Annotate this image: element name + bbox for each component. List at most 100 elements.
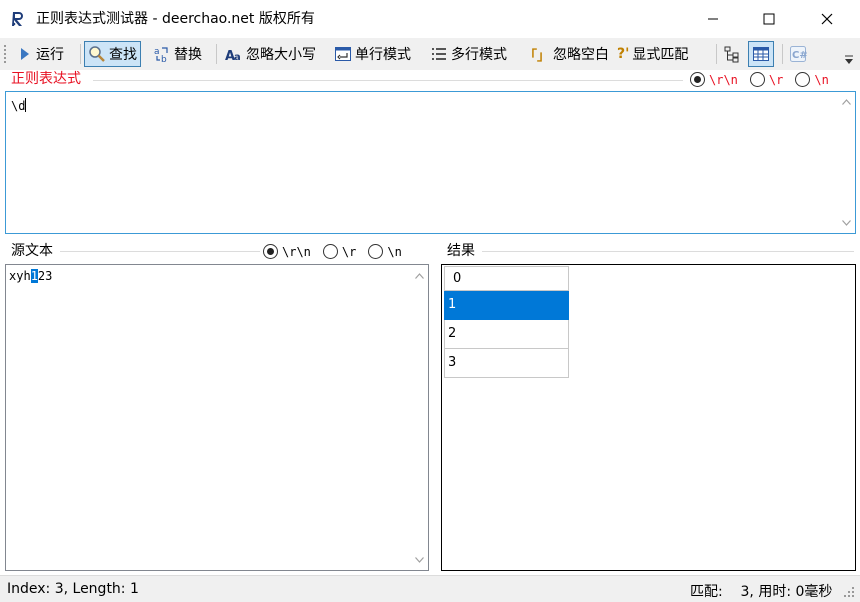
multi-line-icon bbox=[430, 45, 448, 63]
radio-unchecked-icon bbox=[749, 72, 765, 87]
radio-label: \n bbox=[387, 244, 402, 259]
run-button[interactable]: 运行 bbox=[12, 41, 67, 67]
result-row[interactable]: 1 bbox=[444, 291, 569, 320]
radio-unchecked-icon bbox=[795, 72, 811, 87]
radio-checked-icon bbox=[263, 244, 278, 259]
magnifier-icon bbox=[88, 45, 106, 63]
single-line-icon bbox=[334, 45, 352, 63]
source-newline-crlf-radio[interactable]: \r\n bbox=[263, 244, 311, 259]
generate-csharp-button[interactable]: C# bbox=[786, 41, 810, 67]
result-row[interactable]: 2 bbox=[444, 320, 569, 349]
regex-input[interactable]: \d bbox=[5, 91, 856, 234]
explicit-capture-label: 显式匹配 bbox=[632, 47, 689, 63]
section-divider bbox=[60, 251, 260, 252]
toolbar: 运行 查找 ab 替换 Aa 忽略大小写 单行模式 多行模式 「」 忽略空白 ?… bbox=[0, 38, 860, 70]
csharp-icon: C# bbox=[789, 45, 808, 63]
results-panel: 0 1 2 3 bbox=[441, 264, 856, 571]
text-caret bbox=[25, 98, 27, 112]
run-label: 运行 bbox=[36, 47, 64, 63]
maximize-button[interactable] bbox=[746, 0, 792, 38]
toolbar-grip-icon[interactable] bbox=[3, 43, 7, 65]
toolbar-separator bbox=[716, 44, 717, 64]
svg-text:b: b bbox=[161, 55, 167, 63]
radio-label: \r\n bbox=[709, 72, 738, 87]
regex-newline-lf-radio[interactable]: \n bbox=[795, 72, 829, 87]
find-button[interactable]: 查找 bbox=[84, 41, 141, 67]
regex-value: \d bbox=[11, 99, 26, 113]
regex-newline-cr-radio[interactable]: \r bbox=[749, 72, 784, 87]
regex-newline-crlf-radio[interactable]: \r\n bbox=[690, 72, 738, 87]
results-list: 0 1 2 3 bbox=[444, 266, 569, 378]
toolbar-separator bbox=[80, 44, 81, 64]
status-index-length: Index: 3, Length: 1 bbox=[7, 581, 139, 597]
regex-newline-options: \r\n \r \n bbox=[690, 72, 829, 87]
explicit-capture-button[interactable]: ?' 显式匹配 bbox=[614, 41, 691, 67]
source-text-input[interactable]: xyh123 bbox=[5, 264, 429, 571]
source-text-before: xyh bbox=[9, 269, 31, 283]
scroll-up-icon[interactable] bbox=[842, 97, 851, 106]
toolbar-separator bbox=[782, 44, 783, 64]
multi-line-label: 多行模式 bbox=[451, 47, 507, 63]
tree-view-button[interactable] bbox=[720, 41, 744, 67]
section-divider bbox=[93, 80, 683, 81]
toolbar-overflow-button[interactable] bbox=[843, 54, 855, 66]
single-line-button[interactable]: 单行模式 bbox=[331, 41, 414, 67]
play-icon bbox=[15, 45, 33, 63]
ignore-space-label: 忽略空白 bbox=[553, 47, 610, 63]
result-row[interactable]: 3 bbox=[444, 349, 569, 378]
replace-label: 替换 bbox=[174, 47, 202, 63]
multi-line-button[interactable]: 多行模式 bbox=[427, 41, 510, 67]
ignore-space-icon: 「」 bbox=[524, 48, 551, 64]
radio-checked-icon bbox=[690, 72, 705, 87]
ignore-case-label: 忽略大小写 bbox=[246, 47, 316, 63]
ignore-case-icon: Aa bbox=[225, 45, 243, 64]
scroll-down-icon[interactable] bbox=[842, 218, 851, 227]
scroll-up-icon[interactable] bbox=[415, 271, 424, 280]
maximize-icon bbox=[763, 13, 775, 25]
radio-label: \n bbox=[814, 72, 829, 87]
explicit-capture-icon: ?' bbox=[617, 46, 630, 62]
regex-section-label: 正则表达式 bbox=[11, 71, 81, 87]
regex-input-text: \d bbox=[11, 98, 27, 113]
source-text-selection: 1 bbox=[30, 269, 38, 283]
radio-label: \r\n bbox=[282, 244, 311, 259]
close-icon bbox=[821, 13, 833, 25]
minimize-icon bbox=[708, 18, 718, 20]
find-label: 查找 bbox=[109, 47, 137, 63]
source-text-after: 23 bbox=[37, 269, 53, 283]
svg-text:a: a bbox=[234, 52, 241, 63]
toolbar-separator bbox=[216, 44, 217, 64]
radio-unchecked-icon bbox=[322, 244, 338, 259]
radio-unchecked-icon bbox=[368, 244, 384, 259]
radio-label: \r bbox=[341, 244, 357, 259]
window-title: 正则表达式测试器 - deerchao.net 版权所有 bbox=[36, 11, 315, 27]
status-bar: Index: 3, Length: 1 匹配: 3, 用时: 0毫秒 bbox=[0, 575, 860, 602]
single-line-label: 单行模式 bbox=[355, 47, 411, 63]
svg-text:a: a bbox=[154, 47, 160, 57]
overflow-chevron-icon bbox=[845, 55, 853, 64]
app-r-icon bbox=[10, 10, 28, 28]
source-newline-options: \r\n \r \n bbox=[263, 244, 402, 259]
status-match-time: 匹配: 3, 用时: 0毫秒 bbox=[690, 584, 833, 600]
close-button[interactable] bbox=[804, 0, 850, 38]
grid-view-button[interactable] bbox=[748, 41, 774, 67]
grid-view-icon bbox=[752, 45, 770, 63]
ignore-space-button[interactable]: 「」 忽略空白 bbox=[521, 41, 612, 67]
minimize-button[interactable] bbox=[690, 0, 736, 38]
source-newline-cr-radio[interactable]: \r bbox=[322, 244, 357, 259]
replace-icon: ab bbox=[153, 45, 171, 65]
radio-label: \r bbox=[768, 72, 784, 87]
scroll-down-icon[interactable] bbox=[415, 555, 424, 564]
section-divider bbox=[482, 251, 854, 252]
source-newline-lf-radio[interactable]: \n bbox=[368, 244, 402, 259]
svg-text:C#: C# bbox=[792, 50, 807, 61]
replace-button[interactable]: ab 替换 bbox=[150, 41, 205, 67]
title-bar: 正则表达式测试器 - deerchao.net 版权所有 bbox=[0, 0, 860, 38]
ignore-case-button[interactable]: Aa 忽略大小写 bbox=[222, 41, 319, 67]
regex-scrollbar[interactable] bbox=[838, 92, 855, 233]
source-scrollbar[interactable] bbox=[411, 265, 428, 570]
result-header-row[interactable]: 0 bbox=[444, 266, 569, 291]
source-text-content: xyh123 bbox=[9, 269, 52, 283]
resize-grip-icon[interactable] bbox=[842, 587, 856, 599]
source-section-label: 源文本 bbox=[11, 243, 53, 259]
